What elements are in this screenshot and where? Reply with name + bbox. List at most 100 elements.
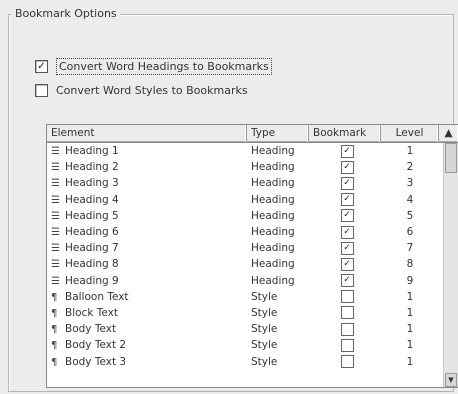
bookmark-cell xyxy=(309,355,381,369)
table-row[interactable]: ¶ Body Text 2 Style 1 xyxy=(47,337,458,353)
level-cell[interactable]: 5 xyxy=(381,210,439,222)
level-cell[interactable]: 8 xyxy=(381,258,439,270)
bookmark-checkbox[interactable] xyxy=(340,355,354,369)
element-name: Heading 4 xyxy=(65,193,119,206)
table-body: ☰ Heading 1 Heading ✓ 1 ☰ Heading 2 Heading ✓ 2 ☰ H… xyxy=(47,143,458,370)
element-name: Heading 6 xyxy=(65,226,119,239)
scroll-down-icon[interactable]: ▼ xyxy=(445,373,457,387)
convert-styles-option[interactable]: Convert Word Styles to Bookmarks xyxy=(35,84,248,97)
table-row[interactable]: ☰ Heading 9 Heading ✓ 9 xyxy=(47,273,458,289)
element-cell: ☰ Heading 7 xyxy=(47,242,247,254)
element-name: Body Text 2 xyxy=(65,339,127,352)
bookmark-cell xyxy=(309,306,381,320)
column-header-level[interactable]: Level xyxy=(381,125,439,142)
bookmark-checkbox[interactable]: ✓ xyxy=(340,160,354,174)
convert-styles-checkbox[interactable] xyxy=(35,84,48,97)
bookmark-cell xyxy=(309,322,381,336)
type-cell: Style xyxy=(251,339,278,352)
type-cell: Heading xyxy=(251,274,295,287)
bookmark-checkbox[interactable]: ✓ xyxy=(340,274,354,288)
type-cell: Style xyxy=(251,290,278,303)
bookmark-cell: ✓ xyxy=(309,274,381,288)
table-row[interactable]: ☰ Heading 6 Heading ✓ 6 xyxy=(47,224,458,240)
level-cell[interactable]: 9 xyxy=(381,275,439,287)
element-name: Heading 7 xyxy=(65,242,119,255)
table-row[interactable]: ¶ Balloon Text Style 1 xyxy=(47,289,458,305)
bookmark-checkbox[interactable]: ✓ xyxy=(340,241,354,255)
level-cell[interactable]: 7 xyxy=(381,242,439,254)
bookmark-cell xyxy=(309,338,381,352)
level-cell[interactable]: 2 xyxy=(381,161,439,173)
convert-headings-option[interactable]: ✓ Convert Word Headings to Bookmarks xyxy=(35,58,272,75)
table-row[interactable]: ¶ Block Text Style 1 xyxy=(47,305,458,321)
bookmark-checkbox[interactable]: ✓ xyxy=(340,257,354,271)
bookmark-checkbox[interactable] xyxy=(340,306,354,320)
element-name: Heading 9 xyxy=(65,274,119,287)
element-cell: ¶ Balloon Text xyxy=(47,291,247,303)
bookmark-checkbox[interactable] xyxy=(340,290,354,304)
element-cell: ¶ Body Text xyxy=(47,323,247,335)
level-cell[interactable]: 1 xyxy=(381,145,439,157)
level-cell[interactable]: 1 xyxy=(381,323,439,335)
bookmark-checkbox[interactable]: ✓ xyxy=(340,176,354,190)
column-header-element[interactable]: Element xyxy=(47,125,247,142)
element-cell: ☰ Heading 3 xyxy=(47,177,247,189)
pilcrow-icon: ¶ xyxy=(51,307,58,319)
group-title: Bookmark Options xyxy=(12,7,120,20)
type-cell: Heading xyxy=(251,209,295,222)
table-row[interactable]: ☰ Heading 3 Heading ✓ 3 xyxy=(47,175,458,191)
bookmark-checkbox[interactable]: ✓ xyxy=(340,209,354,223)
column-header-type[interactable]: Type xyxy=(247,125,309,142)
heading-lines-icon: ☰ xyxy=(51,146,60,158)
element-name: Balloon Text xyxy=(65,290,129,303)
vertical-scrollbar[interactable]: ▼ xyxy=(443,143,458,387)
heading-lines-icon: ☰ xyxy=(51,162,60,174)
bookmark-cell xyxy=(309,290,381,304)
heading-lines-icon: ☰ xyxy=(51,210,60,222)
level-cell[interactable]: 1 xyxy=(381,339,439,351)
bookmark-checkbox[interactable] xyxy=(340,322,354,336)
table-row[interactable]: ¶ Body Text Style 1 xyxy=(47,321,458,337)
table-row[interactable]: ☰ Heading 8 Heading ✓ 8 xyxy=(47,256,458,272)
bookmark-checkbox[interactable] xyxy=(340,338,354,352)
table-row[interactable]: ☰ Heading 4 Heading ✓ 4 xyxy=(47,192,458,208)
convert-styles-label[interactable]: Convert Word Styles to Bookmarks xyxy=(56,84,248,97)
level-cell[interactable]: 1 xyxy=(381,307,439,319)
convert-headings-label[interactable]: Convert Word Headings to Bookmarks xyxy=(56,58,272,75)
bookmark-checkbox[interactable]: ✓ xyxy=(340,193,354,207)
element-cell: ☰ Heading 4 xyxy=(47,194,247,206)
bookmark-table: Element Type Bookmark Level ▲ ☰ Heading 1… xyxy=(46,124,458,388)
bookmark-cell: ✓ xyxy=(309,160,381,174)
heading-lines-icon: ☰ xyxy=(51,227,60,239)
type-cell: Heading xyxy=(251,226,295,239)
bookmark-checkbox[interactable]: ✓ xyxy=(340,144,354,158)
type-cell: Heading xyxy=(251,177,295,190)
column-header-bookmark[interactable]: Bookmark xyxy=(309,125,381,142)
table-row[interactable]: ☰ Heading 5 Heading ✓ 5 xyxy=(47,208,458,224)
bookmark-checkbox[interactable]: ✓ xyxy=(340,225,354,239)
level-cell[interactable]: 1 xyxy=(381,291,439,303)
table-row[interactable]: ☰ Heading 2 Heading ✓ 2 xyxy=(47,159,458,175)
table-row[interactable]: ¶ Body Text 3 Style 1 xyxy=(47,353,458,369)
scrollbar-thumb[interactable] xyxy=(445,143,457,173)
table-row[interactable]: ☰ Heading 1 Heading ✓ 1 xyxy=(47,143,458,159)
element-cell: ☰ Heading 1 xyxy=(47,145,247,157)
level-cell[interactable]: 6 xyxy=(381,226,439,238)
table-row[interactable]: ☰ Heading 7 Heading ✓ 7 xyxy=(47,240,458,256)
sort-arrow-icon[interactable]: ▲ xyxy=(439,125,458,142)
level-cell[interactable]: 1 xyxy=(381,356,439,368)
bookmark-cell: ✓ xyxy=(309,209,381,223)
level-cell[interactable]: 3 xyxy=(381,177,439,189)
type-cell: Heading xyxy=(251,258,295,271)
heading-lines-icon: ☰ xyxy=(51,259,60,271)
pilcrow-icon: ¶ xyxy=(51,291,58,303)
element-cell: ¶ Block Text xyxy=(47,307,247,319)
element-name: Heading 8 xyxy=(65,258,119,271)
level-cell[interactable]: 4 xyxy=(381,194,439,206)
element-name: Block Text xyxy=(65,306,118,319)
element-name: Body Text xyxy=(65,323,117,336)
element-name: Heading 2 xyxy=(65,161,119,174)
pilcrow-icon: ¶ xyxy=(51,356,58,368)
element-name: Heading 1 xyxy=(65,145,119,158)
convert-headings-checkbox[interactable]: ✓ xyxy=(35,60,48,73)
